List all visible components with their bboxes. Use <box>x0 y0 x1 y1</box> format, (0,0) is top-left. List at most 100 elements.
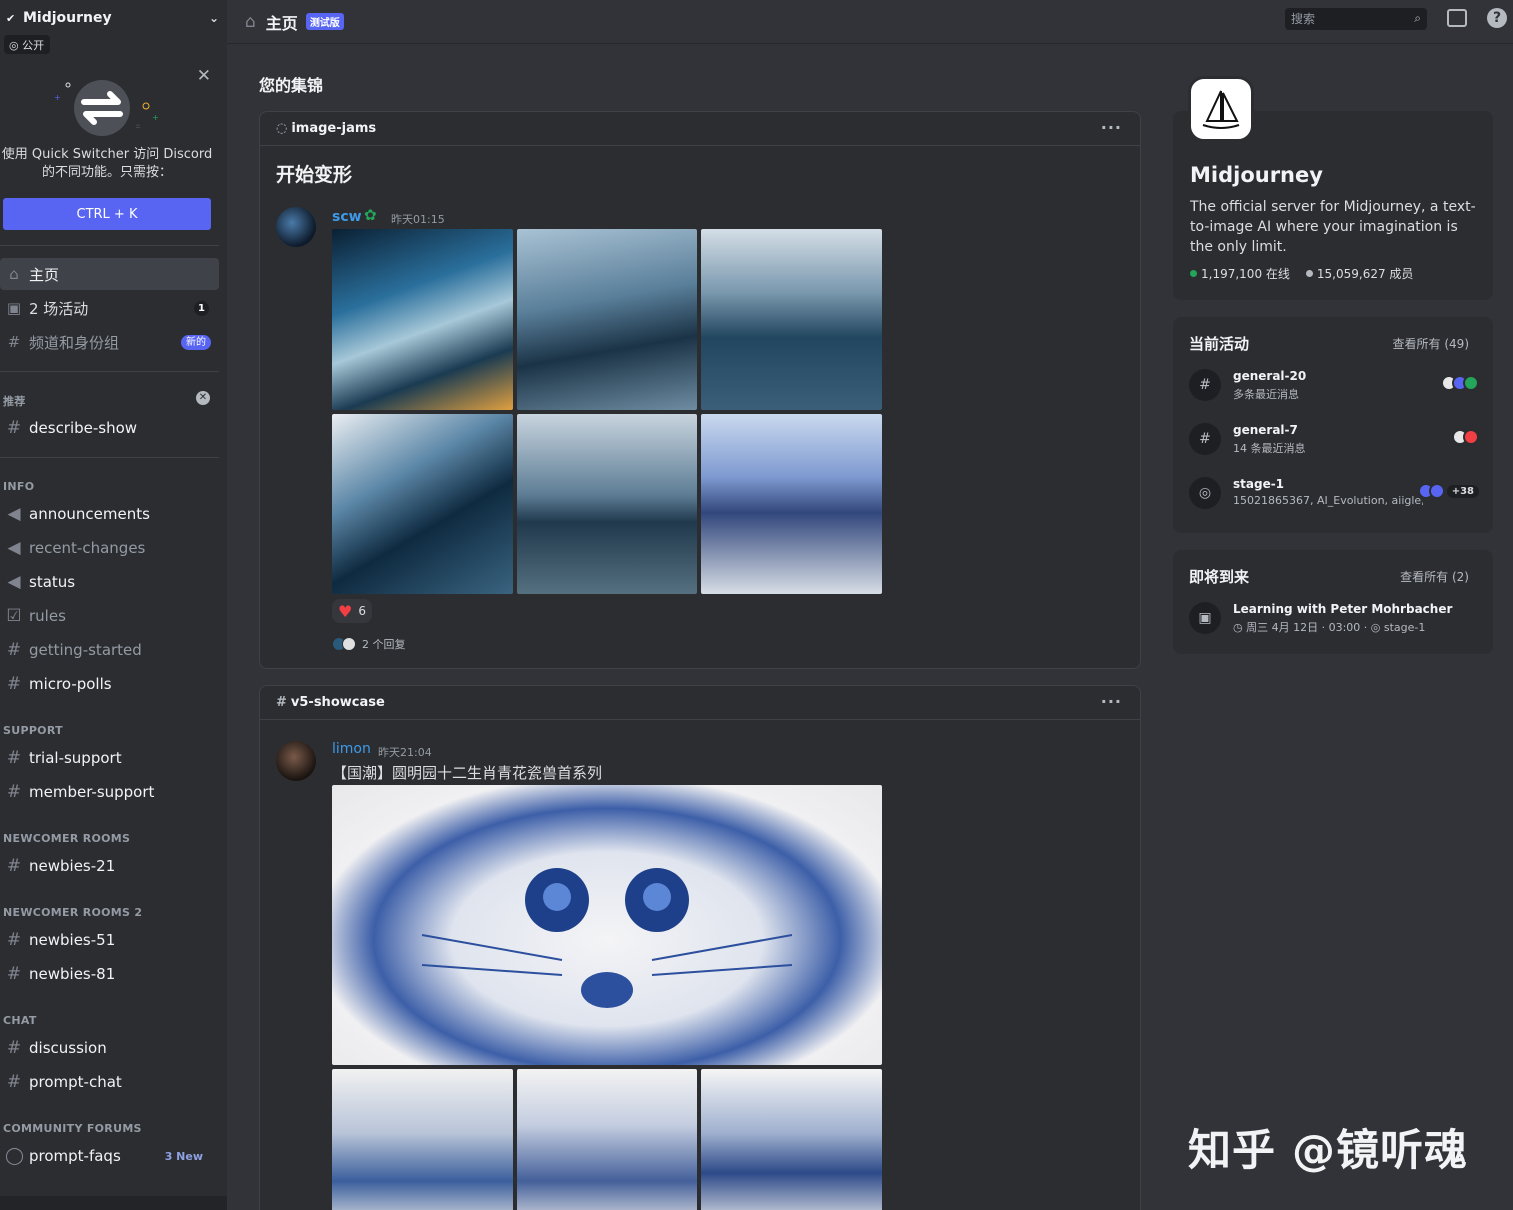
channel-label: discussion <box>29 1039 107 1057</box>
megaphone-icon: ◀ <box>7 504 21 524</box>
channel-trial-support[interactable]: # trial-support <box>0 742 219 774</box>
avatar[interactable] <box>276 207 316 247</box>
channel-describe-show[interactable]: # describe-show <box>0 412 219 444</box>
member-dot-icon <box>1305 270 1313 277</box>
search-input[interactable] <box>1285 8 1395 30</box>
channel-discussion[interactable]: # discussion <box>0 1032 219 1064</box>
timestamp: 昨天01:15 <box>391 213 445 226</box>
channel-prompt-faqs[interactable]: ◯ prompt-faqs 3 New <box>0 1140 219 1172</box>
avatar[interactable] <box>276 741 316 781</box>
activity-general-7[interactable]: # general-7 14 条最近消息 <box>1189 423 1479 463</box>
hash-icon: # <box>6 1038 22 1058</box>
channel-newbies-21[interactable]: # newbies-21 <box>0 850 219 882</box>
category-info[interactable]: INFO <box>3 480 34 493</box>
new-posts-badge: 3 New <box>164 1149 203 1163</box>
channel-recent-changes[interactable]: ◀ recent-changes <box>0 532 219 564</box>
image-sci-fi-city[interactable] <box>332 229 513 410</box>
nav-home-label: 主页 <box>29 265 60 284</box>
event-item[interactable]: ▣ Learning with Peter Mohrbacher ◷ 周三 4月… <box>1189 602 1479 642</box>
heart-reaction[interactable]: ♥ 6 <box>332 599 372 623</box>
search-box[interactable]: ⌕ <box>1285 8 1427 30</box>
more-options-icon[interactable]: ··· <box>1101 118 1122 137</box>
nav-home[interactable]: ⌂ 主页 <box>0 258 219 290</box>
server-header[interactable]: ✔ Midjourney ⌄ <box>0 0 227 36</box>
chevron-down-icon[interactable]: ⌄ <box>209 11 219 25</box>
view-all-upcoming-link[interactable]: 查看所有 (2) <box>1400 568 1469 585</box>
public-badge: ◎ 公开 <box>4 35 51 54</box>
divider <box>0 371 219 372</box>
channel-announcements[interactable]: ◀ announcements <box>0 498 219 530</box>
sprout-icon: ✿ <box>364 206 377 224</box>
activity-title: 当前活动 <box>1189 335 1250 353</box>
activity-stage-1[interactable]: ◎ stage-1 15021865367, AI_Evolution, aii… <box>1189 477 1479 517</box>
channel-prompt-chat[interactable]: # prompt-chat <box>0 1066 219 1098</box>
hash-icon: # <box>6 640 22 660</box>
image-fighter-jet[interactable] <box>332 414 513 594</box>
channel-label: newbies-81 <box>29 965 116 983</box>
stage-icon: ◎ <box>1189 477 1221 509</box>
image-spacecraft[interactable] <box>517 414 697 594</box>
image-porcelain-rabbit[interactable] <box>517 1069 697 1210</box>
hash-icon: # <box>1189 423 1221 455</box>
calendar-icon: ▣ <box>6 299 22 317</box>
channel-status[interactable]: ◀ status <box>0 566 219 598</box>
calendar-icon: ▣ <box>1189 602 1221 634</box>
activity-name: stage-1 <box>1233 477 1285 491</box>
replies-link[interactable]: 2 个回复 <box>332 636 406 652</box>
category-recommended[interactable]: 推荐 <box>3 393 26 409</box>
image-porcelain-dragon[interactable] <box>701 1069 882 1210</box>
channel-label: rules <box>29 607 66 625</box>
search-icon[interactable]: ⌕ <box>1414 11 1421 26</box>
feed-card-v5-showcase[interactable]: # v5-showcase ··· limon 昨天21:04 【国潮】圆明园十… <box>259 685 1141 1210</box>
channel-getting-started[interactable]: # getting-started <box>0 634 219 666</box>
category-newcomer-rooms-2[interactable]: NEWCOMER ROOMS 2 <box>3 906 142 919</box>
view-all-activity-link[interactable]: 查看所有 (49) <box>1393 335 1469 352</box>
inbox-icon[interactable] <box>1447 9 1467 27</box>
close-icon[interactable]: ✕ <box>197 66 211 86</box>
image-flying-ship[interactable] <box>701 229 882 410</box>
channel-rules[interactable]: ☑ rules <box>0 600 219 632</box>
dismiss-icon[interactable]: ✕ <box>196 391 210 405</box>
svg-text:::: :: <box>136 123 140 130</box>
username[interactable]: scw <box>332 209 362 225</box>
help-icon[interactable]: ? <box>1487 8 1507 28</box>
quick-switcher-promo: ✕ + + :: 使用 Quick Switcher 访问 Discord 的不… <box>0 58 227 245</box>
new-badge: 新的 <box>181 334 211 350</box>
activity-general-20[interactable]: # general-20 多条最近消息 <box>1189 369 1479 409</box>
server-description: The official server for Midjourney, a te… <box>1190 199 1476 255</box>
porcelain-mouse-art <box>421 868 793 1008</box>
quick-switcher-button[interactable]: CTRL + K <box>3 198 211 230</box>
card-channel-header[interactable]: # v5-showcase ··· <box>260 686 1140 720</box>
verified-check-icon: ✔ <box>6 11 16 25</box>
category-newcomer-rooms[interactable]: NEWCOMER ROOMS <box>3 832 130 845</box>
card-channel-header[interactable]: ◌ image-jams ··· <box>260 112 1140 146</box>
more-options-icon[interactable]: ··· <box>1101 692 1122 711</box>
nav-channels-roles[interactable]: # 频道和身份组 新的 <box>0 326 219 358</box>
thread-channel-icon: # <box>6 930 22 950</box>
user-panel[interactable] <box>0 1196 227 1210</box>
activity-name: general-7 <box>1233 423 1298 437</box>
channel-newbies-81[interactable]: # newbies-81 <box>0 958 219 990</box>
image-porcelain-mouse[interactable] <box>332 785 882 1065</box>
timestamp: 昨天21:04 <box>378 746 432 759</box>
username[interactable]: limon <box>332 741 371 757</box>
nav-events[interactable]: ▣ 2 场活动 1 <box>0 292 219 324</box>
image-mecha[interactable] <box>701 414 882 594</box>
thread-channel-icon: # <box>6 964 22 984</box>
category-community-forums[interactable]: COMMUNITY FORUMS <box>3 1122 142 1135</box>
channel-newbies-51[interactable]: # newbies-51 <box>0 924 219 956</box>
feed-card-image-jams[interactable]: ◌ image-jams ··· 开始变形 scw ✿ 昨天01:15 ♥ 6 … <box>259 111 1141 669</box>
participant-avatars <box>1441 375 1479 391</box>
hash-icon: # <box>276 695 287 710</box>
server-sidebar: ✔ Midjourney ⌄ ◎ 公开 ✕ + + :: 使用 Quick Sw… <box>0 0 227 1210</box>
channel-micro-polls[interactable]: # micro-polls <box>0 668 219 700</box>
top-bar: ⌂ 主页 测试版 ⌕ ? <box>227 0 1513 44</box>
category-chat[interactable]: CHAT <box>3 1014 37 1027</box>
channel-member-support[interactable]: # member-support <box>0 776 219 808</box>
nav-channels-label: 频道和身份组 <box>29 333 120 352</box>
server-name: Midjourney <box>23 10 112 26</box>
category-support[interactable]: SUPPORT <box>3 724 63 737</box>
image-porcelain-tiger[interactable] <box>332 1069 513 1210</box>
image-battleship[interactable] <box>517 229 697 410</box>
server-name: Midjourney <box>1190 163 1323 187</box>
